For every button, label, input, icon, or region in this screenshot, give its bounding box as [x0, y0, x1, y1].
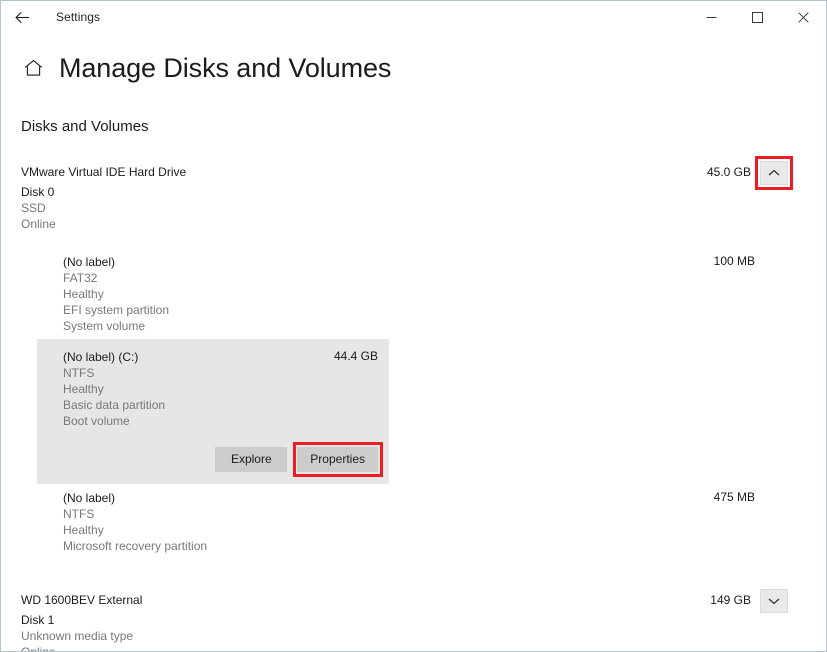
- disk-number: Disk 0: [21, 185, 55, 199]
- volume-header: (No label) 100 MB: [63, 253, 806, 270]
- volume-header: (No label) 475 MB: [63, 489, 806, 506]
- home-icon[interactable]: [21, 56, 45, 80]
- disk-header: VMware Virtual IDE Hard Drive 45.0 GB: [21, 156, 806, 190]
- disk-entry: VMware Virtual IDE Hard Drive 45.0 GB Di…: [21, 156, 806, 559]
- disk-status: Online: [21, 645, 56, 652]
- disk-meta: Disk 1 Unknown media type Online: [21, 612, 806, 652]
- disk-entry: WD 1600BEV External 149 GB Disk 1 Unknow…: [21, 589, 806, 652]
- volume-partition-type: Microsoft recovery partition: [63, 539, 208, 553]
- volume-health: Healthy: [63, 382, 104, 396]
- disk1-chevron-button[interactable]: [760, 589, 788, 613]
- properties-button[interactable]: Properties: [297, 447, 378, 472]
- window-controls: [688, 1, 826, 33]
- volume-item[interactable]: (No label) 100 MB FAT32 Healthy EFI syst…: [37, 248, 806, 339]
- volume-filesystem: NTFS: [63, 507, 95, 521]
- volume-role: System volume: [63, 319, 146, 333]
- volume-label: (No label): [63, 491, 116, 505]
- volume-actions: Explore Properties: [63, 442, 389, 477]
- volume-filesystem: NTFS: [63, 366, 95, 380]
- volumes-list: (No label) 100 MB FAT32 Healthy EFI syst…: [21, 248, 806, 559]
- close-button[interactable]: [780, 1, 826, 33]
- chevron-up-icon: [768, 169, 780, 177]
- disk-media-type: SSD: [21, 201, 46, 215]
- disk-size: 45.0 GB: [706, 165, 751, 179]
- app-title: Settings: [56, 10, 101, 24]
- chevron-down-icon: [768, 597, 780, 605]
- close-icon: [797, 11, 809, 23]
- volume-size: 475 MB: [713, 490, 755, 504]
- minimize-icon: [706, 12, 717, 23]
- disk-size: 149 GB: [710, 593, 751, 607]
- back-button[interactable]: [1, 2, 43, 32]
- disk-media-type: Unknown media type: [21, 629, 134, 643]
- disk0-chevron-button[interactable]: [760, 161, 788, 185]
- disk-status: Online: [21, 217, 56, 231]
- settings-window: Settings Manage Disks and Volumes Disks …: [0, 0, 827, 652]
- disks-list: VMware Virtual IDE Hard Drive 45.0 GB Di…: [1, 156, 826, 652]
- volume-item-selected[interactable]: (No label) (C:) 44.4 GB NTFS Healthy Bas…: [37, 339, 389, 484]
- volume-item[interactable]: (No label) 475 MB NTFS Healthy Microsoft…: [37, 484, 806, 559]
- disk-name: WD 1600BEV External: [21, 593, 143, 607]
- maximize-button[interactable]: [734, 1, 780, 33]
- back-arrow-icon: [14, 11, 30, 24]
- volume-label: (No label): [63, 255, 116, 269]
- disk-name: VMware Virtual IDE Hard Drive: [21, 165, 187, 179]
- disk-number: Disk 1: [21, 613, 55, 627]
- explore-button[interactable]: Explore: [215, 447, 288, 472]
- volume-health: Healthy: [63, 287, 104, 301]
- disk-header: WD 1600BEV External 149 GB: [21, 589, 806, 613]
- volume-role: Boot volume: [63, 414, 130, 428]
- volume-partition-type: Basic data partition: [63, 398, 166, 412]
- volume-health: Healthy: [63, 523, 104, 537]
- volume-partition-type: EFI system partition: [63, 303, 170, 317]
- volume-size: 44.4 GB: [333, 349, 378, 363]
- page-title: Manage Disks and Volumes: [59, 52, 392, 83]
- title-bar: Settings: [1, 1, 826, 33]
- maximize-icon: [751, 11, 763, 23]
- page-header: Manage Disks and Volumes: [1, 47, 826, 89]
- section-title: Disks and Volumes: [21, 118, 149, 135]
- minimize-button[interactable]: [688, 1, 734, 33]
- volume-filesystem: FAT32: [63, 271, 98, 285]
- volume-header: (No label) (C:) 44.4 GB: [63, 348, 389, 365]
- disk-meta: Disk 0 SSD Online: [21, 184, 806, 232]
- volume-label: (No label) (C:): [63, 350, 139, 364]
- volume-size: 100 MB: [713, 254, 755, 268]
